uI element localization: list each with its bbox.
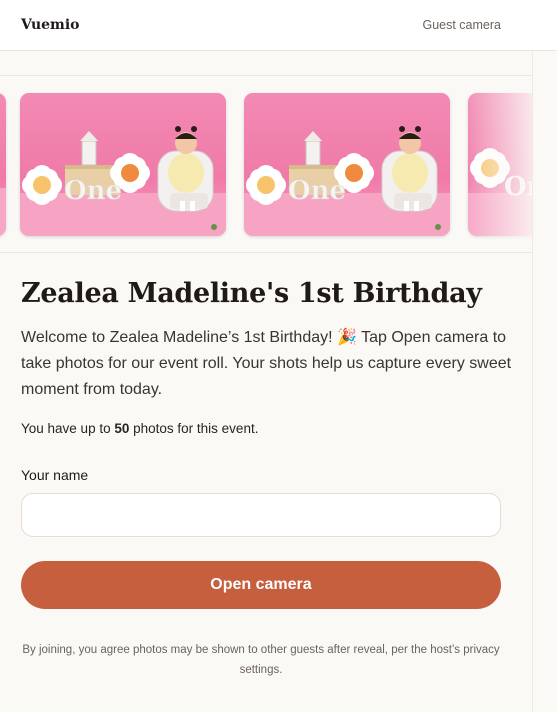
one-sign-text: One — [288, 176, 346, 206]
gallery-fade — [462, 76, 532, 252]
photo-image — [0, 188, 6, 236]
photo-limit-prefix: You have up to — [21, 421, 115, 436]
gallery-photo[interactable]: One — [244, 93, 450, 236]
event-title: Zealea Madeline's 1st Birthday — [21, 278, 482, 309]
app-header: Vuemio Guest camera — [0, 0, 557, 51]
guest-camera-label: Guest camera — [422, 18, 501, 32]
privacy-note: By joining, you agree photos may be show… — [22, 644, 500, 676]
photo-limit-suffix: photos for this event. — [129, 421, 259, 436]
photo-limit-text: You have up to 50 photos for this event. — [21, 421, 258, 436]
name-label: Your name — [21, 467, 89, 483]
brand-logo[interactable]: Vuemio — [21, 17, 80, 33]
one-sign-text: One — [64, 176, 122, 206]
gallery-photo[interactable]: One — [20, 93, 226, 236]
photo-gallery[interactable]: One One — [0, 76, 532, 252]
name-input[interactable] — [21, 493, 501, 537]
event-intro: Welcome to Zealea Madeline’s 1st Birthda… — [21, 329, 512, 398]
photo-image: One — [20, 126, 226, 236]
divider — [532, 51, 533, 712]
photo-limit-count: 50 — [114, 421, 130, 436]
open-camera-button[interactable]: Open camera — [21, 561, 501, 609]
gallery-photo[interactable] — [0, 93, 6, 236]
divider — [0, 252, 532, 253]
photo-image: One — [244, 126, 450, 236]
